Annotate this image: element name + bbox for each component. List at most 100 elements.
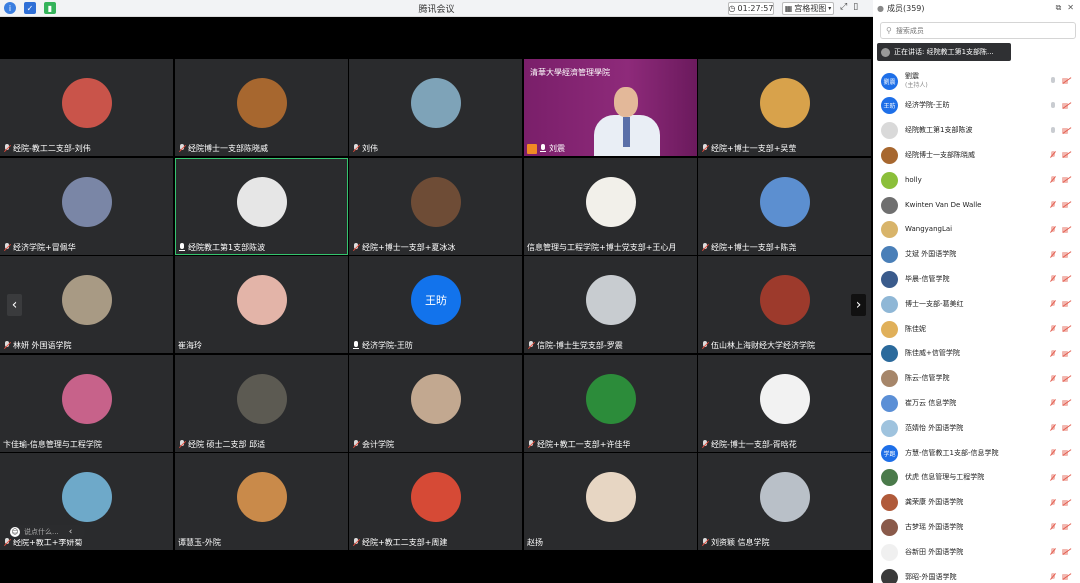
- participant-tile[interactable]: 清華大學經濟管理學院 刘震: [524, 59, 697, 156]
- mic-muted-icon[interactable]: [1050, 176, 1056, 184]
- member-row[interactable]: 毕晨-信管学院: [881, 268, 1076, 290]
- participant-tile[interactable]: 刘伟: [349, 59, 522, 156]
- participant-tile[interactable]: 经院+博士一支部+陈尧: [698, 158, 871, 255]
- camera-off-icon[interactable]: [1062, 350, 1071, 357]
- member-row[interactable]: 劉震 劉震 (主持人): [881, 70, 1076, 92]
- participant-tile[interactable]: 经院+博士一支部+吴莹: [698, 59, 871, 156]
- camera-off-icon[interactable]: [1062, 102, 1071, 109]
- member-row[interactable]: holly: [881, 169, 1076, 191]
- participant-tile[interactable]: 经院博士一支部陈晓威: [175, 59, 348, 156]
- mic-muted-icon[interactable]: [1050, 325, 1056, 333]
- mic-muted-icon[interactable]: [1050, 201, 1056, 209]
- member-row[interactable]: 范婧怡 外国语学院: [881, 417, 1076, 439]
- popout-icon[interactable]: ⧉: [1056, 3, 1062, 13]
- mic-muted-icon[interactable]: [1050, 399, 1056, 407]
- mic-muted-icon[interactable]: [1050, 374, 1056, 383]
- camera-off-icon[interactable]: [1062, 400, 1071, 407]
- camera-off-icon[interactable]: [1062, 226, 1071, 233]
- camera-off-icon[interactable]: [1062, 152, 1071, 159]
- participant-tile[interactable]: 经院-教工二支部-刘伟: [0, 59, 173, 156]
- member-row[interactable]: 陈云-信管学院: [881, 368, 1076, 390]
- member-row[interactable]: 王昉 经济学院-王昉: [881, 95, 1076, 117]
- participant-tile[interactable]: 刘资颖 信息学院: [698, 453, 871, 550]
- member-row[interactable]: 伏虎 信息管理与工程学院: [881, 467, 1076, 489]
- participant-tile[interactable]: 信息管理与工程学院+博士党支部+王心月: [524, 158, 697, 255]
- meeting-timer[interactable]: ◷ 01:27:57: [728, 2, 774, 15]
- participant-tile[interactable]: 经院教工第1支部陈波: [175, 158, 348, 255]
- mic-muted-icon[interactable]: [1050, 250, 1056, 259]
- collapse-chat-icon[interactable]: ‹: [69, 527, 73, 537]
- member-row[interactable]: 艾斌 外国语学院: [881, 244, 1076, 266]
- participant-tile[interactable]: 信院-博士生党支部-罗震: [524, 256, 697, 353]
- camera-off-icon[interactable]: [1062, 127, 1071, 134]
- member-row[interactable]: 古梦瑶 外国语学院: [881, 516, 1076, 538]
- participant-tile[interactable]: 伍山林上海财经大学经济学院: [698, 256, 871, 353]
- mic-muted-icon[interactable]: [1050, 573, 1056, 581]
- chat-input-pill[interactable]: ☺ 说点什么... ‹: [7, 525, 85, 539]
- camera-off-icon[interactable]: [1062, 177, 1071, 184]
- member-row[interactable]: 经院教工第1支部陈波: [881, 120, 1076, 142]
- camera-off-icon[interactable]: [1062, 574, 1071, 580]
- mic-muted-icon[interactable]: [1050, 151, 1056, 159]
- participant-tile[interactable]: 经院+博士一支部+夏冰冰: [349, 158, 522, 255]
- mic-muted-icon[interactable]: [1050, 523, 1056, 531]
- participant-tile[interactable]: 谭慧玉-外院: [175, 453, 348, 550]
- camera-off-icon[interactable]: [1062, 301, 1071, 308]
- mic-muted-icon[interactable]: [1050, 449, 1056, 457]
- mic-muted-icon[interactable]: [1050, 473, 1056, 482]
- participant-tile[interactable]: 经济学院+冒佩华: [0, 158, 173, 255]
- participant-tile[interactable]: 林妍 外国语学院: [0, 256, 173, 353]
- mic-muted-icon[interactable]: [1050, 349, 1056, 358]
- mic-icon[interactable]: [1050, 77, 1056, 85]
- camera-off-icon[interactable]: [1062, 549, 1071, 556]
- camera-off-icon[interactable]: [1062, 474, 1071, 481]
- close-icon[interactable]: ✕: [1067, 3, 1074, 13]
- member-row[interactable]: 陈佳妮: [881, 318, 1076, 340]
- camera-off-icon[interactable]: [1062, 251, 1071, 258]
- mic-icon[interactable]: [1050, 126, 1056, 135]
- camera-off-icon[interactable]: [1062, 375, 1071, 382]
- camera-off-icon[interactable]: [1062, 78, 1071, 84]
- mic-muted-icon[interactable]: [1050, 498, 1056, 507]
- member-row[interactable]: 学跑 方慧-信管教工1支部-信息学院: [881, 442, 1076, 464]
- member-search[interactable]: ⚲: [880, 22, 1076, 39]
- mic-muted-icon[interactable]: [1050, 275, 1056, 283]
- member-row[interactable]: 崔万云 信息学院: [881, 392, 1076, 414]
- member-search-input[interactable]: [895, 26, 1066, 35]
- camera-off-icon[interactable]: [1062, 499, 1071, 506]
- sidebar-toggle-icon[interactable]: ▯: [853, 2, 858, 12]
- member-row[interactable]: 博士一支部-葛美红: [881, 293, 1076, 315]
- member-row[interactable]: WangyangLai: [881, 219, 1076, 241]
- member-row[interactable]: 谷新田 外国语学院: [881, 541, 1076, 563]
- mic-muted-icon[interactable]: [1050, 548, 1056, 556]
- member-row[interactable]: 经院博士一支部陈晓威: [881, 144, 1076, 166]
- participant-tile[interactable]: 经院+教工二支部+周建: [349, 453, 522, 550]
- camera-off-icon[interactable]: [1062, 276, 1071, 283]
- next-page-button[interactable]: ›: [851, 294, 866, 316]
- participant-tile[interactable]: 崔海玲: [175, 256, 348, 353]
- camera-off-icon[interactable]: [1062, 425, 1071, 432]
- mic-muted-icon[interactable]: [1050, 225, 1056, 234]
- member-row[interactable]: Kwinten Van De Walle: [881, 194, 1076, 216]
- participant-tile[interactable]: 经院+教工一支部+许佳华: [524, 355, 697, 452]
- participant-tile[interactable]: 卞佳瑜-信息管理与工程学院: [0, 355, 173, 452]
- view-mode-dropdown[interactable]: ▦ 宫格视图 ▾: [782, 2, 834, 15]
- member-row[interactable]: 陈佳威+信管学院: [881, 343, 1076, 365]
- participant-tile[interactable]: 王昉 经济学院-王昉: [349, 256, 522, 353]
- camera-off-icon[interactable]: [1062, 202, 1071, 208]
- participant-tile[interactable]: 会计学院: [349, 355, 522, 452]
- member-row[interactable]: 龚荣康 外国语学院: [881, 492, 1076, 514]
- mic-muted-icon[interactable]: [1050, 300, 1056, 308]
- member-row[interactable]: 郭昭-外国语学院: [881, 566, 1076, 583]
- participant-tile[interactable]: 经院-博士一支部-胥晗花: [698, 355, 871, 452]
- fullscreen-icon[interactable]: ⤢: [840, 2, 847, 12]
- camera-off-icon[interactable]: [1062, 450, 1071, 456]
- participant-tile[interactable]: 经院 硕士二支部 邱适: [175, 355, 348, 452]
- previous-page-button[interactable]: ‹: [7, 294, 22, 316]
- camera-off-icon[interactable]: [1062, 326, 1071, 332]
- mic-muted-icon[interactable]: [1050, 424, 1056, 432]
- camera-off-icon[interactable]: [1062, 524, 1071, 531]
- participant-tile[interactable]: 赵扬: [524, 453, 697, 550]
- emoji-icon[interactable]: ☺: [10, 527, 20, 537]
- mic-icon[interactable]: [1050, 101, 1056, 110]
